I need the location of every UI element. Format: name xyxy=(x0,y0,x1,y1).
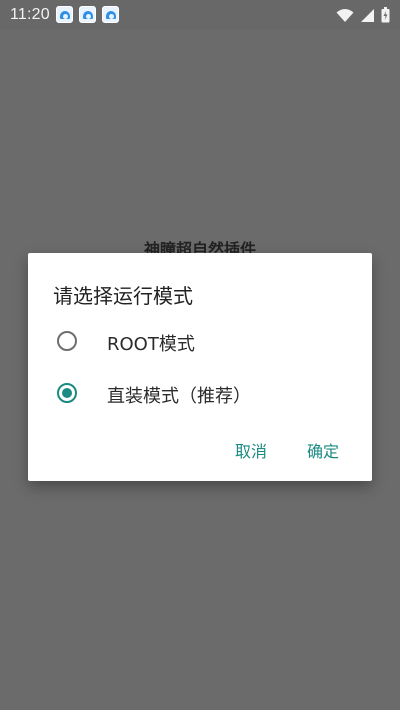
confirm-button[interactable]: 确定 xyxy=(307,438,339,462)
app-notification-icon xyxy=(102,6,119,23)
battery-icon xyxy=(381,7,390,23)
signal-icon xyxy=(361,8,374,22)
status-time: 11:20 xyxy=(10,6,50,23)
wifi-icon xyxy=(336,8,354,22)
status-bar: 11:20 xyxy=(0,0,400,30)
option-label: 直装模式（推荐） xyxy=(107,386,251,407)
dialog-actions: 取消 确定 xyxy=(28,417,372,481)
app-notification-icon xyxy=(56,6,73,23)
notification-icons xyxy=(56,6,119,23)
cancel-button[interactable]: 取消 xyxy=(235,438,267,462)
radio-checked-icon[interactable] xyxy=(56,382,78,404)
option-root-mode[interactable]: ROOT模式 xyxy=(28,317,372,365)
option-label: ROOT模式 xyxy=(107,334,195,355)
dialog-title: 请选择运行模式 xyxy=(53,284,193,308)
radio-unchecked-icon[interactable] xyxy=(56,330,78,352)
app-screen: 11:20 神瞳超自然插件 请选择运行模式 ROOT模式 直装模式（推荐） 取消… xyxy=(0,0,400,710)
option-direct-install-mode[interactable]: 直装模式（推荐） xyxy=(28,369,372,417)
run-mode-dialog: 请选择运行模式 ROOT模式 直装模式（推荐） 取消 确定 xyxy=(28,253,372,481)
system-status-icons xyxy=(336,7,390,23)
app-notification-icon xyxy=(79,6,96,23)
